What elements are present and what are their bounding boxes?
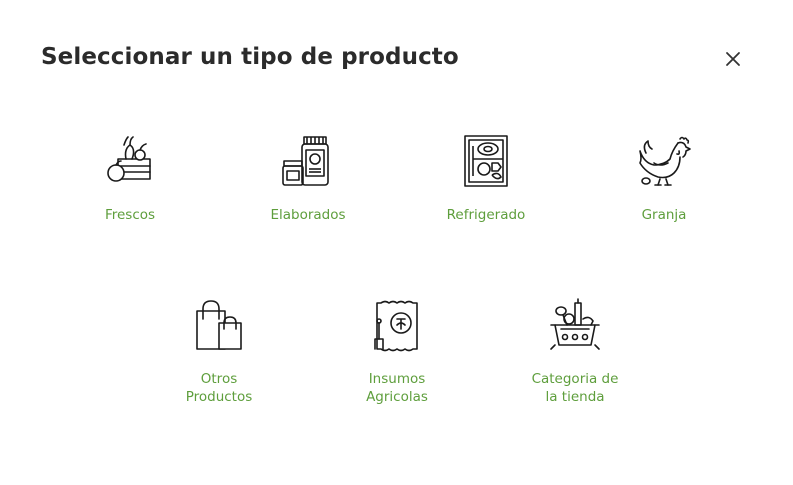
option-label: Insumos Agricolas — [366, 371, 428, 405]
seed-sack-icon — [369, 297, 425, 353]
option-label: Elaborados — [270, 207, 346, 223]
option-label: Categoria de la tienda — [531, 371, 619, 405]
option-elaborados[interactable]: Elaborados — [238, 133, 378, 224]
fresh-produce-crate-icon — [102, 133, 158, 189]
modal-title: Seleccionar un tipo de producto — [41, 44, 459, 70]
option-label: Granja — [641, 207, 687, 223]
product-type-modal: Seleccionar un tipo de producto Frescos — [0, 0, 793, 485]
close-icon — [725, 51, 741, 71]
jars-icon — [280, 133, 336, 189]
option-frescos[interactable]: Frescos — [60, 133, 200, 224]
option-label: Otros Productos — [185, 371, 253, 405]
close-button[interactable] — [720, 48, 746, 74]
option-refrigerado[interactable]: Refrigerado — [416, 133, 556, 224]
rooster-icon — [636, 133, 692, 189]
option-otros-productos[interactable]: Otros Productos — [149, 297, 289, 406]
option-label: Frescos — [104, 207, 156, 223]
shopping-bags-icon — [191, 297, 247, 353]
basket-icon — [547, 297, 603, 353]
option-insumos-agricolas[interactable]: Insumos Agricolas — [327, 297, 467, 406]
option-granja[interactable]: Granja — [594, 133, 734, 224]
refrigerator-icon — [458, 133, 514, 189]
option-categoria-tienda[interactable]: Categoria de la tienda — [505, 297, 645, 406]
option-label: Refrigerado — [446, 207, 526, 223]
